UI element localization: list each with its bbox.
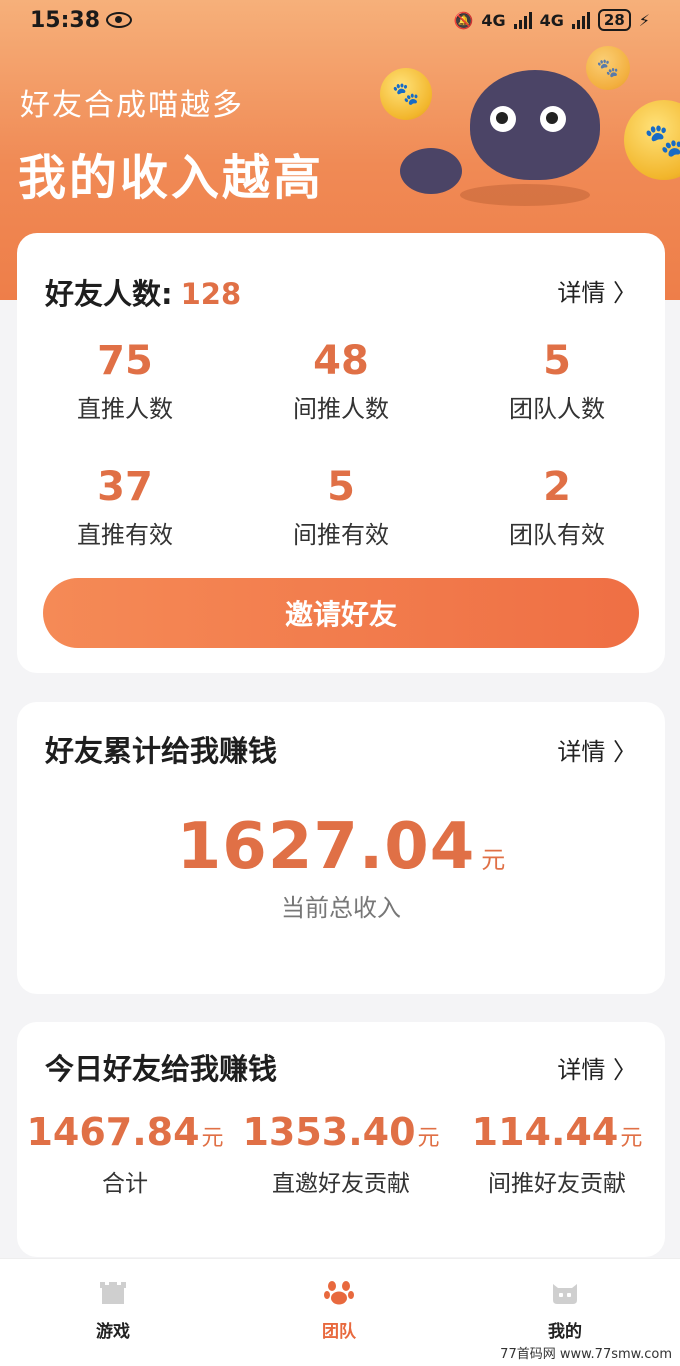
- cumulative-detail-link[interactable]: 详情 〉: [557, 732, 637, 767]
- friends-count-value: 128: [180, 277, 242, 311]
- friends-detail-link[interactable]: 详情 〉: [557, 273, 637, 308]
- stat-team-valid: 2 团队有效: [449, 463, 665, 550]
- stat-value: 48: [313, 338, 369, 384]
- stat-direct-count: 75 直推人数: [17, 337, 233, 424]
- stat-label: 直推人数: [77, 395, 173, 423]
- network-label-2: 4G: [539, 10, 564, 30]
- stat-value: 5: [327, 464, 355, 510]
- charging-icon: ⚡: [638, 10, 650, 30]
- currency-unit: 元: [620, 1126, 643, 1151]
- friends-count-card: 好友人数: 128 详情 〉 75 直推人数 48 间推人数 5 团队人数 37 …: [17, 233, 665, 673]
- stat-label: 团队人数: [509, 395, 605, 423]
- signal-icon: [513, 11, 532, 29]
- stat-indirect-valid: 5 间推有效: [233, 463, 449, 550]
- currency-unit: 元: [417, 1126, 440, 1151]
- tab-game[interactable]: 游戏: [0, 1259, 226, 1366]
- total-income-value: 1627.04: [176, 810, 476, 884]
- coin-icon: 🐾: [586, 46, 630, 90]
- network-label-1: 4G: [481, 10, 506, 30]
- stat-team-count: 5 团队人数: [449, 337, 665, 424]
- stat-label: 间推人数: [293, 395, 389, 423]
- coin-icon: 🐾: [624, 100, 680, 180]
- cat-face-icon: [550, 1277, 580, 1307]
- today-direct-contribution: 1353.40元 直邀好友贡献: [233, 1110, 449, 1198]
- friends-stats-row-2: 37 直推有效 5 间推有效 2 团队有效: [17, 463, 665, 550]
- hero-subtitle: 好友合成喵越多: [20, 88, 244, 123]
- stat-value: 75: [97, 338, 153, 384]
- stat-direct-valid: 37 直推有效: [17, 463, 233, 550]
- paw-icon: [324, 1277, 354, 1307]
- today-detail-link[interactable]: 详情 〉: [557, 1050, 637, 1085]
- coin-icon: 🐾: [380, 68, 432, 120]
- tab-team[interactable]: 团队: [226, 1259, 452, 1366]
- today-total: 1467.84元 合计: [17, 1110, 233, 1198]
- watermark-text: 77首码网 www.77smw.com: [500, 1347, 672, 1362]
- tab-label: 游戏: [96, 1322, 130, 1342]
- today-earnings-card: 今日好友给我赚钱 详情 〉 1467.84元 合计 1353.40元 直邀好友贡…: [17, 1022, 665, 1257]
- invite-friends-button[interactable]: 邀请好友: [43, 578, 639, 648]
- friends-count-title: 好友人数: 128: [45, 271, 241, 313]
- stat-value: 37: [97, 464, 153, 510]
- bottom-tab-bar: 游戏 团队 我的 77首码网 www.77smw.com: [0, 1258, 680, 1366]
- stat-label: 直推有效: [77, 521, 173, 549]
- today-direct-value: 1353.40: [242, 1110, 416, 1154]
- battery-indicator: 28: [597, 9, 631, 31]
- stat-value: 5: [543, 338, 571, 384]
- signal-icon-2: [571, 11, 590, 29]
- stat-label: 团队有效: [509, 521, 605, 549]
- small-cat-icon: [400, 148, 462, 194]
- cat-shadow: [460, 184, 590, 206]
- total-income-amount: 1627.04 元: [17, 810, 665, 884]
- tab-label: 我的: [548, 1322, 582, 1342]
- today-earnings-row: 1467.84元 合计 1353.40元 直邀好友贡献 114.44元 间推好友…: [17, 1110, 665, 1198]
- friends-count-label: 好友人数:: [45, 277, 173, 311]
- today-direct-label: 直邀好友贡献: [272, 1171, 410, 1197]
- cat-mascot-icon: [470, 70, 600, 180]
- today-indirect-label: 间推好友贡献: [488, 1171, 626, 1197]
- currency-unit: 元: [201, 1126, 224, 1151]
- stat-value: 2: [543, 464, 571, 510]
- total-income-label: 当前总收入: [281, 894, 401, 922]
- status-time: 15:38: [30, 7, 101, 33]
- today-total-label: 合计: [102, 1171, 148, 1197]
- tab-label: 团队: [322, 1322, 356, 1342]
- castle-icon: [98, 1277, 128, 1307]
- today-total-value: 1467.84: [26, 1110, 200, 1154]
- stat-label: 间推有效: [293, 521, 389, 549]
- today-indirect-value: 114.44: [471, 1110, 619, 1154]
- today-indirect-contribution: 114.44元 间推好友贡献: [449, 1110, 665, 1198]
- today-title: 今日好友给我赚钱: [45, 1052, 278, 1086]
- status-bar: 15:38 🔕 4G 4G 28 ⚡: [0, 0, 680, 40]
- hero-title: 我的收入越高: [18, 150, 325, 206]
- cumulative-earnings-card: 好友累计给我赚钱 详情 〉 1627.04 元 当前总收入: [17, 702, 665, 994]
- mute-bell-icon: 🔕: [453, 10, 474, 30]
- friends-stats-row-1: 75 直推人数 48 间推人数 5 团队人数: [17, 337, 665, 424]
- currency-unit: 元: [481, 846, 506, 874]
- cumulative-title: 好友累计给我赚钱: [45, 734, 278, 768]
- eye-icon: [106, 12, 133, 28]
- stat-indirect-count: 48 间推人数: [233, 337, 449, 424]
